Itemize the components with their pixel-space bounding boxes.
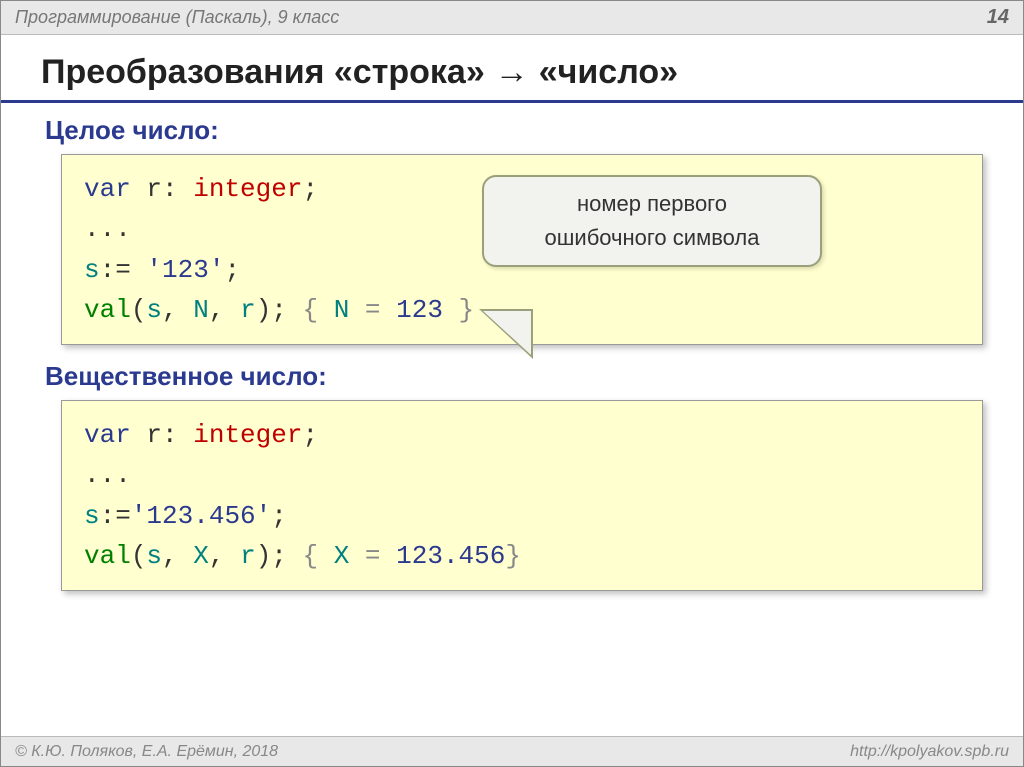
code-line: val(s, X, r); { X = 123.456} bbox=[84, 536, 960, 576]
code-line: ... bbox=[84, 455, 960, 495]
section-heading-integer: Целое число: bbox=[45, 115, 983, 146]
slide-content: Целое число: var r: integer; ... s:= '12… bbox=[1, 115, 1023, 591]
slide-footer: © К.Ю. Поляков, Е.А. Ерёмин, 2018 http:/… bbox=[1, 736, 1023, 766]
code-line: var r: integer; bbox=[84, 415, 960, 455]
course-name: Программирование (Паскаль), 9 класс bbox=[15, 7, 339, 28]
slide-title: Преобразования «строка» → «число» bbox=[1, 35, 1023, 103]
code-line: s:='123.456'; bbox=[84, 496, 960, 536]
callout-line-2: ошибочного символа bbox=[498, 221, 806, 255]
copyright: © К.Ю. Поляков, Е.А. Ерёмин, 2018 bbox=[15, 743, 278, 761]
code-block-integer: var r: integer; ... s:= '123'; val(s, N,… bbox=[61, 154, 983, 345]
callout-line-1: номер первого bbox=[498, 187, 806, 221]
code-block-real: var r: integer; ... s:='123.456'; val(s,… bbox=[61, 400, 983, 591]
section-heading-real: Вещественное число: bbox=[45, 361, 983, 392]
page-number: 14 bbox=[987, 6, 1009, 29]
arrow-icon: → bbox=[495, 54, 529, 92]
callout-bubble: номер первого ошибочного символа bbox=[482, 175, 822, 267]
slide-header: Программирование (Паскаль), 9 класс 14 bbox=[1, 1, 1023, 35]
footer-url: http://kpolyakov.spb.ru bbox=[850, 743, 1009, 761]
title-part-2: «число» bbox=[539, 53, 678, 92]
title-part-1: Преобразования «строка» bbox=[41, 53, 485, 92]
